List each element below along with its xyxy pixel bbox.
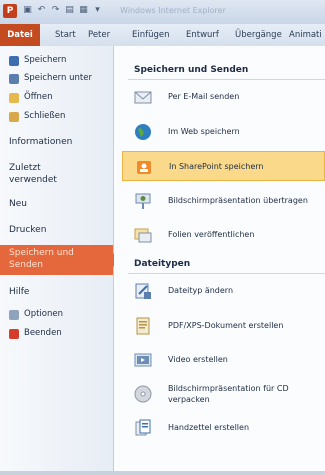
options-icon bbox=[9, 310, 19, 320]
undo-icon[interactable]: ↶ bbox=[36, 5, 47, 16]
option-pdf-xps[interactable]: PDF/XPS-Dokument erstellen bbox=[122, 311, 325, 341]
option-handouts[interactable]: Handzettel erstellen bbox=[122, 413, 325, 443]
section-divider bbox=[128, 79, 325, 80]
option-change-file-type[interactable]: Dateityp ändern bbox=[122, 276, 325, 306]
save-icon[interactable]: ▣ bbox=[22, 5, 33, 16]
backstage-sidebar: Speichern Speichern unter Öffnen Schließ… bbox=[0, 46, 120, 475]
sharepoint-icon bbox=[137, 161, 151, 174]
save-icon bbox=[9, 56, 19, 66]
option-publish-slides[interactable]: Folien veröffentlichen bbox=[122, 220, 325, 250]
backstage-content: Speichern und Senden Per E-Mail senden I… bbox=[114, 46, 325, 475]
option-broadcast[interactable]: Bildschirmpräsentation übertragen bbox=[122, 186, 325, 216]
tab-datei[interactable]: Datei bbox=[0, 24, 40, 46]
cd-icon bbox=[134, 385, 152, 403]
window-bottom-edge bbox=[0, 471, 325, 475]
dropdown-icon[interactable]: ▾ bbox=[92, 5, 103, 16]
open-icon[interactable]: ▤ bbox=[64, 5, 75, 16]
sidebar-item-hilfe[interactable]: Hilfe bbox=[9, 286, 109, 298]
video-icon bbox=[134, 353, 152, 367]
section-title-dateitypen: Dateitypen bbox=[134, 259, 191, 269]
globe-icon bbox=[135, 124, 151, 140]
tab-animationen[interactable]: Animati bbox=[289, 24, 322, 46]
change-file-type-icon bbox=[135, 283, 151, 299]
section-title-speichern-senden: Speichern und Senden bbox=[134, 65, 249, 75]
tab-start[interactable]: Start bbox=[55, 24, 76, 46]
sidebar-item-informationen[interactable]: Informationen bbox=[9, 136, 109, 148]
pdf-icon bbox=[136, 317, 150, 335]
window-title: Windows Internet Explorer bbox=[120, 6, 226, 15]
option-package-cd[interactable]: Bildschirmpräsentation für CD verpacken bbox=[122, 379, 325, 409]
quick-access-toolbar: ▣ ↶ ↷ ▤ ▦ ▾ bbox=[22, 5, 103, 16]
open-folder-icon bbox=[9, 93, 19, 103]
option-web[interactable]: Im Web speichern bbox=[122, 117, 325, 147]
sidebar-item-drucken[interactable]: Drucken bbox=[9, 224, 109, 236]
exit-icon bbox=[9, 329, 19, 339]
broadcast-icon bbox=[135, 193, 151, 209]
close-folder-icon bbox=[9, 112, 19, 122]
section-divider bbox=[128, 273, 325, 274]
powerpoint-app-icon[interactable]: P bbox=[3, 4, 17, 18]
redo-icon[interactable]: ↷ bbox=[50, 5, 61, 16]
option-sharepoint[interactable]: In SharePoint speichern bbox=[122, 151, 325, 181]
email-icon bbox=[134, 91, 152, 104]
option-video[interactable]: Video erstellen bbox=[122, 345, 325, 375]
publish-slides-icon bbox=[134, 228, 152, 243]
option-email[interactable]: Per E-Mail senden bbox=[122, 82, 325, 112]
sidebar-item-neu[interactable]: Neu bbox=[9, 198, 109, 210]
tab-entwurf[interactable]: Entwurf bbox=[186, 24, 219, 46]
sidebar-item-zuletzt-verwendet[interactable]: Zuletzt verwendet bbox=[9, 162, 79, 186]
title-bar: P ▣ ↶ ↷ ▤ ▦ ▾ Windows Internet Explorer bbox=[0, 0, 325, 25]
tab-peter[interactable]: Peter bbox=[88, 24, 110, 46]
tab-uebergaenge[interactable]: Übergänge bbox=[235, 24, 282, 46]
handouts-icon bbox=[135, 419, 151, 436]
print-icon[interactable]: ▦ bbox=[78, 5, 89, 16]
ribbon-tab-bar: Datei Start Peter Einfügen Entwurf Überg… bbox=[0, 24, 325, 47]
sidebar-item-speichern-und-senden[interactable]: Speichern und Senden bbox=[0, 245, 120, 275]
tab-einfuegen[interactable]: Einfügen bbox=[132, 24, 170, 46]
save-as-icon bbox=[9, 74, 19, 84]
